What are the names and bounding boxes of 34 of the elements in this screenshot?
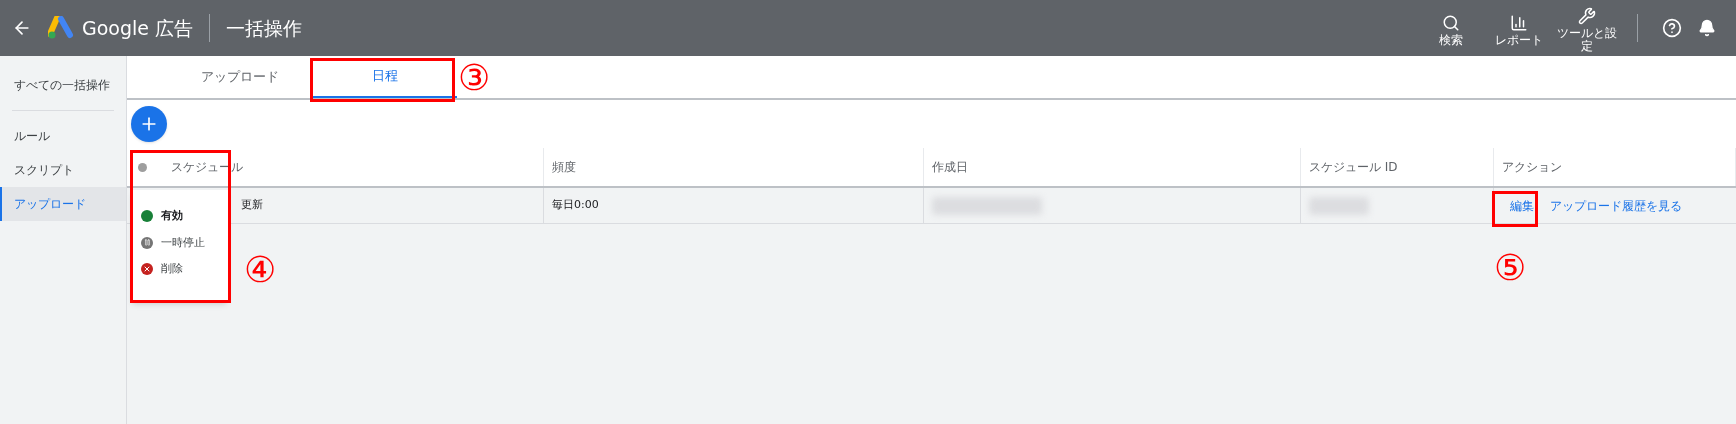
help-button[interactable] xyxy=(1662,18,1682,38)
status-option[interactable]: 有効 xyxy=(141,208,205,225)
brand-name: Google 広告 xyxy=(82,15,194,41)
sidebar-item[interactable]: アップロード xyxy=(0,187,126,221)
sidebar-item[interactable]: すべての一括操作 xyxy=(0,68,126,102)
report-button[interactable]: レポート xyxy=(1489,9,1549,47)
logo-icon xyxy=(48,16,74,40)
column-header: アクション xyxy=(1494,148,1736,186)
sidebar-item[interactable]: ルール xyxy=(0,119,126,153)
add-button[interactable] xyxy=(131,106,167,142)
wrench-icon xyxy=(1578,7,1596,25)
highlight-box xyxy=(1492,191,1538,227)
notifications-button[interactable] xyxy=(1698,19,1716,37)
status-option[interactable]: 削除 xyxy=(141,261,205,278)
status-option[interactable]: 一時停止 xyxy=(141,234,205,251)
table-cell: 毎日0:00 xyxy=(544,188,924,223)
search-button[interactable]: 検索 xyxy=(1421,9,1481,47)
remove-icon xyxy=(141,263,153,276)
tools-button[interactable]: ツールと設定 xyxy=(1557,3,1617,53)
tab[interactable]: アップロード xyxy=(167,56,312,98)
column-header: 頻度 xyxy=(544,148,924,186)
pause-icon xyxy=(141,236,153,249)
column-header: 作成日 xyxy=(924,148,1301,186)
search-icon xyxy=(1442,13,1460,32)
action-link[interactable]: 編集 xyxy=(1510,196,1534,215)
annotation-number: ③ xyxy=(458,56,491,100)
page-title: 一括操作 xyxy=(226,15,303,41)
annotation-number: ⑤ xyxy=(1494,246,1527,290)
bar-chart-icon xyxy=(1510,13,1528,32)
column-header: スケジュール ID xyxy=(1301,148,1494,186)
action-link[interactable]: アップロード履歴を見る xyxy=(1550,196,1682,215)
sidebar-item[interactable]: スクリプト xyxy=(0,153,126,187)
tab[interactable]: 日程 xyxy=(312,56,457,98)
annotation-number: ④ xyxy=(244,248,277,292)
